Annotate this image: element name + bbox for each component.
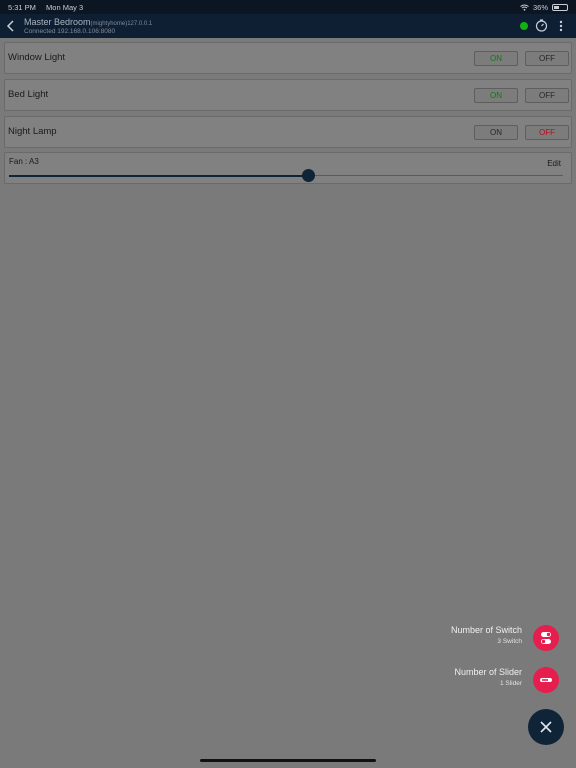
home-indicator (200, 759, 376, 762)
status-bar: 5:31 PM Mon May 3 36% (0, 0, 576, 14)
off-button[interactable]: OFF (525, 88, 569, 103)
slider-fill (9, 174, 309, 177)
fab-item-switch[interactable]: Number of Switch 3 Switch (451, 625, 522, 645)
chevron-left-icon (6, 20, 14, 32)
timer-icon (535, 19, 548, 32)
battery-percent: 36% (532, 2, 548, 12)
slider-label: Fan : A3 (9, 157, 39, 166)
slider-thumb[interactable] (301, 169, 315, 182)
back-button[interactable] (4, 17, 18, 35)
slider-count-button[interactable] (533, 667, 559, 693)
connection-indicator (520, 22, 528, 30)
more-button[interactable] (556, 19, 566, 33)
nav-bar: Master Bedroom(mightyhome)127.0.0.1 Conn… (0, 14, 576, 38)
fab-slider-title: Number of Slider (454, 667, 522, 677)
on-button[interactable]: ON (474, 125, 518, 140)
room-name: Master Bedroom (24, 17, 91, 27)
edit-button[interactable]: Edit (547, 159, 561, 168)
connection-status: Connected 192.168.0.106:8080 (24, 28, 116, 35)
status-right: 36% (520, 3, 568, 12)
on-button[interactable]: ON (474, 88, 518, 103)
switch-label: Window Light (8, 52, 66, 63)
switch-label: Night Lamp (8, 126, 57, 137)
slider-icon (540, 678, 552, 682)
on-button[interactable]: ON (474, 51, 518, 66)
status-time: 5:31 PM (8, 2, 36, 12)
toggle-switch-icon (541, 632, 551, 644)
page-title: Master Bedroom(mightyhome)127.0.0.1 (24, 17, 152, 27)
off-button[interactable]: OFF (525, 51, 569, 66)
slider-track[interactable] (9, 169, 563, 182)
slider-row-fan: Fan : A3 Edit (4, 152, 572, 184)
fab-slider-sub: 1 Slider (499, 680, 522, 687)
status-date: Mon May 3 (46, 2, 84, 12)
wifi-icon (520, 4, 529, 11)
off-button[interactable]: OFF (525, 125, 569, 140)
switch-label: Bed Light (8, 89, 49, 100)
room-subtitle: (mightyhome)127.0.0.1 (90, 21, 153, 27)
close-icon (540, 721, 552, 733)
status-left: 5:31 PM Mon May 3 (8, 3, 91, 12)
close-fab-button[interactable] (528, 709, 564, 745)
fab-switch-sub: 3 Switch (497, 638, 522, 645)
more-vertical-icon (559, 20, 563, 32)
switch-row-bed-light: Bed Light ON OFF (4, 79, 572, 111)
switch-row-window-light: Window Light ON OFF (4, 42, 572, 74)
fab-item-slider[interactable]: Number of Slider 1 Slider (454, 667, 522, 687)
battery-icon (552, 3, 568, 11)
fab-switch-title: Number of Switch (450, 625, 522, 635)
timer-button[interactable] (535, 19, 548, 32)
switch-row-night-lamp: Night Lamp ON OFF (4, 116, 572, 148)
switch-count-button[interactable] (533, 625, 559, 651)
